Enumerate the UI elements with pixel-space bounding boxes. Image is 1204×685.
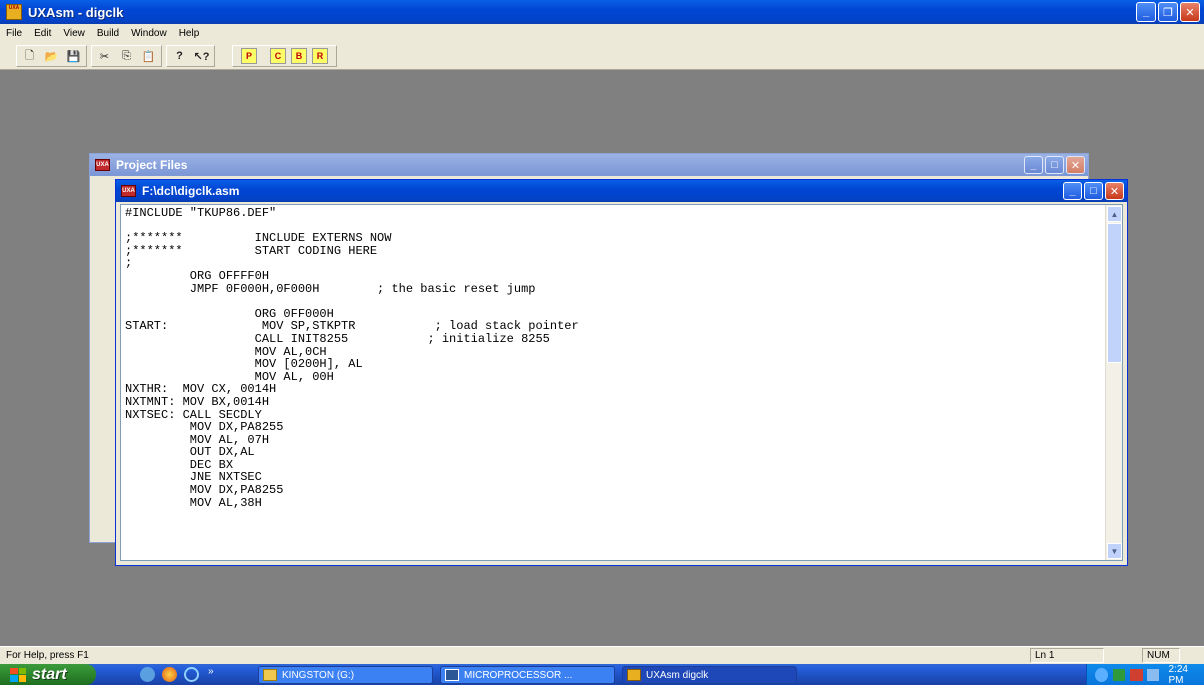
help-icon[interactable]: ? — [169, 46, 190, 66]
project-window-icon: UXA — [95, 159, 110, 171]
app-minimize-button[interactable]: _ — [1136, 2, 1156, 22]
code-editor[interactable]: #INCLUDE "TKUP86.DEF" ;******* INCLUDE E… — [120, 204, 1123, 561]
system-tray: 2:24 PM — [1086, 664, 1204, 685]
tray-arrow-icon[interactable] — [1095, 667, 1109, 682]
code-line: MOV DX,PA8255 — [125, 420, 284, 435]
taskbar-item-uxasm[interactable]: UXAsm digclk — [622, 666, 797, 684]
code-line: ;******* START CODING HERE — [125, 243, 378, 258]
app-title: UXAsm - digclk — [28, 4, 124, 20]
asm-editor-window[interactable]: UXA F:\dcl\digclk.asm _ □ ✕ #INCLUDE "TK… — [115, 179, 1128, 566]
project-files-title: Project Files — [116, 158, 188, 172]
start-label: start — [32, 665, 67, 683]
code-line: MOV AL,38H — [125, 495, 262, 510]
scroll-up-arrow-icon[interactable]: ▲ — [1107, 206, 1122, 222]
code-text-area[interactable]: #INCLUDE "TKUP86.DEF" ;******* INCLUDE E… — [125, 207, 1102, 558]
project-files-titlebar[interactable]: UXA Project Files _ □ ✕ — [90, 154, 1088, 176]
edit-toolbar-group: ✂ ⎘ 📋 — [91, 45, 162, 67]
menu-edit[interactable]: Edit — [28, 28, 57, 39]
menu-bar: File Edit View Build Window Help — [0, 24, 1204, 42]
app-restore-button[interactable]: ❐ — [1158, 2, 1178, 22]
open-icon[interactable]: 📂 — [41, 46, 62, 66]
asm-window-icon: UXA — [121, 185, 136, 197]
folder-icon — [263, 669, 277, 681]
tray-security-icon[interactable] — [1129, 668, 1144, 681]
code-line: JMPF 0F000H,0F000H ; the basic reset jum… — [125, 281, 536, 296]
build-toolbar-group: P C B R — [232, 45, 337, 67]
menu-help[interactable]: Help — [173, 28, 206, 39]
menu-window[interactable]: Window — [125, 28, 173, 39]
code-line: ;******* INCLUDE EXTERNS NOW — [125, 231, 392, 246]
start-button[interactable]: start — [0, 664, 96, 685]
status-num-lock: NUM — [1147, 650, 1170, 661]
scroll-down-arrow-icon[interactable]: ▼ — [1107, 543, 1122, 559]
mdi-workspace: UXA Project Files _ □ ✕ UXA F:\dcl\digcl… — [0, 71, 1204, 646]
code-line: MOV DX,PA8255 — [125, 483, 284, 498]
tray-network-icon[interactable] — [1113, 668, 1125, 681]
save-icon[interactable]: 💾 — [63, 46, 84, 66]
asm-minimize-button[interactable]: _ — [1063, 182, 1082, 200]
taskbar-item-kingston[interactable]: KINGSTON (G:) — [258, 666, 433, 684]
status-line-number: Ln 1 — [1035, 650, 1055, 661]
asm-close-button[interactable]: ✕ — [1105, 182, 1124, 200]
windows-logo-icon — [10, 667, 26, 682]
tray-display-icon[interactable] — [1147, 668, 1159, 681]
compile-button[interactable]: C — [270, 48, 286, 64]
uxasm-icon — [627, 669, 641, 681]
menu-file[interactable]: File — [0, 28, 28, 39]
scroll-thumb[interactable] — [1107, 223, 1122, 363]
asm-editor-title: F:\dcl\digclk.asm — [142, 184, 240, 198]
project-build-button[interactable]: P — [241, 48, 257, 64]
menu-view[interactable]: View — [57, 28, 91, 39]
code-line: ORG OFFFF0H — [125, 268, 270, 283]
project-maximize-button[interactable]: □ — [1045, 156, 1064, 174]
project-minimize-button[interactable]: _ — [1024, 156, 1043, 174]
taskbar-item-label: MICROPROCESSOR ... — [464, 669, 573, 681]
quicklaunch-overflow[interactable]: » — [208, 666, 214, 677]
context-help-icon[interactable]: ↖? — [191, 46, 212, 66]
code-line: MOV [0200H], AL — [125, 357, 363, 372]
taskbar-item-label: KINGSTON (G:) — [282, 669, 355, 681]
code-line: OUT DX,AL — [125, 445, 255, 460]
status-line-pane: Ln 1 — [1030, 648, 1104, 663]
taskbar-item-label: UXAsm digclk — [646, 669, 709, 681]
help-toolbar-group: ? ↖? — [166, 45, 215, 67]
code-line: ; — [125, 256, 133, 271]
app-titlebar[interactable]: UXA UXAsm - digclk _ ❐ ✕ — [0, 0, 1204, 24]
code-line: CALL INIT8255 ; initialize 8255 — [125, 331, 550, 346]
run-button[interactable]: R — [312, 48, 328, 64]
paste-icon[interactable]: 📋 — [138, 46, 159, 66]
code-line: NXTMNT: MOV BX,0014H — [125, 394, 270, 409]
taskbar-item-microprocessor[interactable]: MICROPROCESSOR ... — [440, 666, 615, 684]
quicklaunch-desktop-icon[interactable] — [140, 667, 155, 682]
asm-editor-titlebar[interactable]: UXA F:\dcl\digclk.asm _ □ ✕ — [116, 180, 1127, 202]
app-icon: UXA — [6, 4, 22, 20]
file-toolbar-group: 🗋 📂 💾 — [16, 45, 87, 67]
app-close-button[interactable]: ✕ — [1180, 2, 1200, 22]
status-help-text: For Help, press F1 — [6, 650, 89, 661]
project-close-button[interactable]: ✕ — [1066, 156, 1085, 174]
new-icon[interactable]: 🗋 — [19, 46, 40, 66]
quicklaunch-ie-icon[interactable] — [184, 667, 199, 682]
asm-maximize-button[interactable]: □ — [1084, 182, 1103, 200]
menu-build[interactable]: Build — [91, 28, 125, 39]
quicklaunch-firefox-icon[interactable] — [162, 667, 177, 682]
word-document-icon — [445, 669, 459, 681]
vertical-scrollbar[interactable]: ▲ ▼ — [1105, 205, 1122, 560]
code-line: #INCLUDE "TKUP86.DEF" — [125, 207, 277, 220]
code-line: DEC BX — [125, 457, 234, 472]
build-button[interactable]: B — [291, 48, 307, 64]
tray-clock: 2:24 PM — [1168, 663, 1188, 685]
windows-taskbar: start » KINGSTON (G:) MICROPROCESSOR ...… — [0, 664, 1204, 685]
cut-icon[interactable]: ✂ — [94, 46, 115, 66]
status-bar: For Help, press F1 Ln 1 NUM — [0, 646, 1204, 664]
code-line: NXTHR: MOV CX, 0014H — [125, 382, 277, 397]
status-num-pane: NUM — [1142, 648, 1180, 663]
copy-icon[interactable]: ⎘ — [116, 46, 137, 66]
toolbar: 🗋 📂 💾 ✂ ⎘ 📋 ? ↖? P C B R — [0, 42, 1204, 70]
code-line: MOV AL, 07H — [125, 432, 270, 447]
